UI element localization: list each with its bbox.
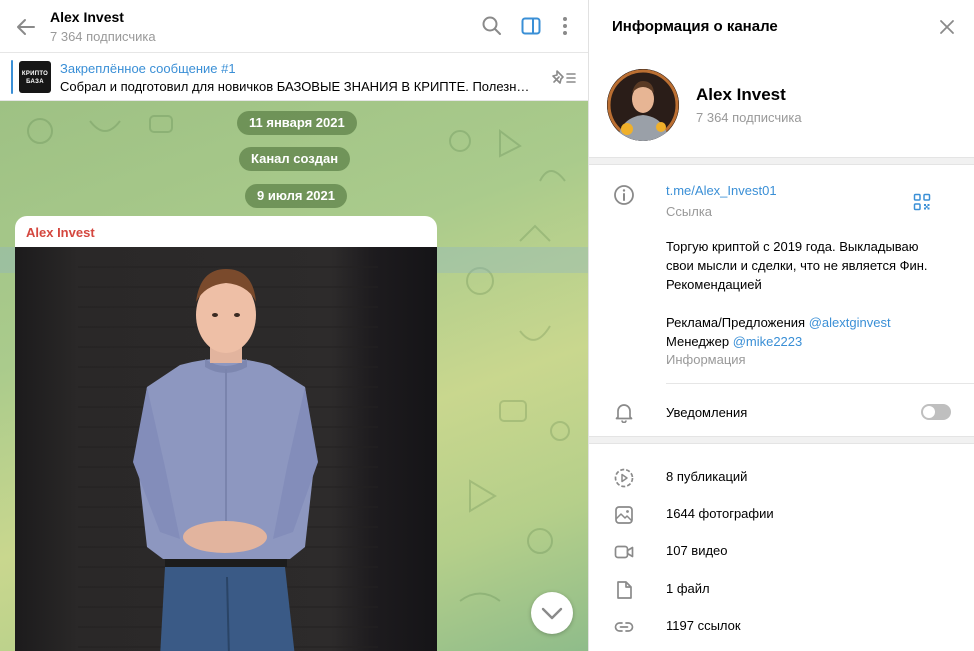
media-publications-row[interactable]: 8 публикаций [589,460,974,496]
channel-avatar[interactable] [607,69,679,141]
unpin-list-icon[interactable] [549,67,579,87]
links-icon [614,622,634,632]
avatar-image-icon [607,69,679,141]
row-divider [666,383,974,384]
pinned-indicator [11,60,13,94]
scroll-down-button[interactable] [531,592,573,634]
description-line-1: Торгую криптой с 2019 года. Выкладываю [666,239,919,254]
info-icon [614,185,634,205]
publications-label: 8 публикаций [666,469,748,484]
close-icon[interactable] [937,17,957,37]
description-blank-line [666,294,956,313]
media-files-row[interactable]: 1 файл [589,572,974,608]
photos-label: 1644 фотографии [666,506,774,521]
pinned-text: Собрал и подготовил для новичков БАЗОВЫЕ… [60,79,530,94]
manager-mention-link[interactable]: @mike2223 [733,334,803,349]
section-separator [589,436,974,444]
qr-code-icon[interactable] [913,193,931,211]
date-badge-1: 11 января 2021 [237,111,357,135]
message-author[interactable]: Alex Invest [26,225,95,240]
photos-icon [615,506,633,524]
description-line-3: Рекомендацией [666,277,762,292]
message-bubble[interactable]: Alex Invest [15,216,437,651]
description-label: Информация [666,352,746,367]
description-line-2: свои мысли и сделки, что не является Фин… [666,258,928,273]
media-links-row[interactable]: 1197 ссылок [589,609,974,645]
channel-name: Alex Invest [696,85,786,104]
pinned-thumbnail-text-1: КРИПТО [21,71,49,77]
chat-header: Alex Invest 7 364 подписчика [0,0,588,53]
pinned-thumbnail: КРИПТО БАЗА [19,61,51,93]
section-separator [589,157,974,165]
toggle-knob [923,406,935,418]
info-panel-title: Информация о канале [612,18,778,35]
chat-title[interactable]: Alex Invest [50,9,124,25]
files-label: 1 файл [666,581,710,596]
chat-pane: Alex Invest 7 364 подписчика КРИПТО БАЗА… [0,0,588,651]
links-label: 1197 ссылок [666,618,741,633]
pinned-title: Закреплённое сообщение #1 [60,61,236,76]
chevron-down-icon [541,607,563,620]
more-menu-icon[interactable] [553,14,577,38]
manager-prefix: Менеджер [666,334,733,349]
channel-description: Торгую криптой с 2019 года. Выкладываю с… [666,237,956,351]
notifications-toggle[interactable] [921,404,951,420]
file-icon [617,581,632,599]
message-photo[interactable] [15,247,437,651]
publications-icon [614,468,634,488]
media-video-row[interactable]: 107 видео [589,534,974,570]
channel-info-panel: Информация о канале Alex Invest 7 364 по… [589,0,974,651]
media-photos-row[interactable]: 1644 фотографии [589,497,974,533]
ads-mention-link[interactable]: @alextginvest [809,315,891,330]
back-arrow-icon[interactable] [14,15,38,39]
channel-link[interactable]: t.me/Alex_Invest01 [666,183,777,198]
video-icon [614,545,634,559]
date-badge-2: 9 июля 2021 [245,184,347,208]
pinned-message-bar[interactable]: КРИПТО БАЗА Закреплённое сообщение #1 Со… [0,53,588,101]
channel-subscribers: 7 364 подписчика [696,110,802,125]
chat-subscribers: 7 364 подписчика [50,29,156,44]
channel-link-label: Ссылка [666,204,713,219]
search-icon[interactable] [480,14,504,38]
notifications-label[interactable]: Уведомления [666,405,747,420]
description-manager-line: Менеджер @mike2223 [666,332,956,351]
pinned-thumbnail-text-2: БАЗА [26,79,44,85]
ads-prefix: Реклама/Предложения [666,315,809,330]
person-photo-icon [15,247,437,651]
sidebar-toggle-icon[interactable] [519,14,543,38]
service-message: Канал создан [239,147,351,171]
video-label: 107 видео [666,543,728,558]
description-ads-line: Реклама/Предложения @alextginvest [666,313,956,332]
bell-icon [615,404,633,423]
